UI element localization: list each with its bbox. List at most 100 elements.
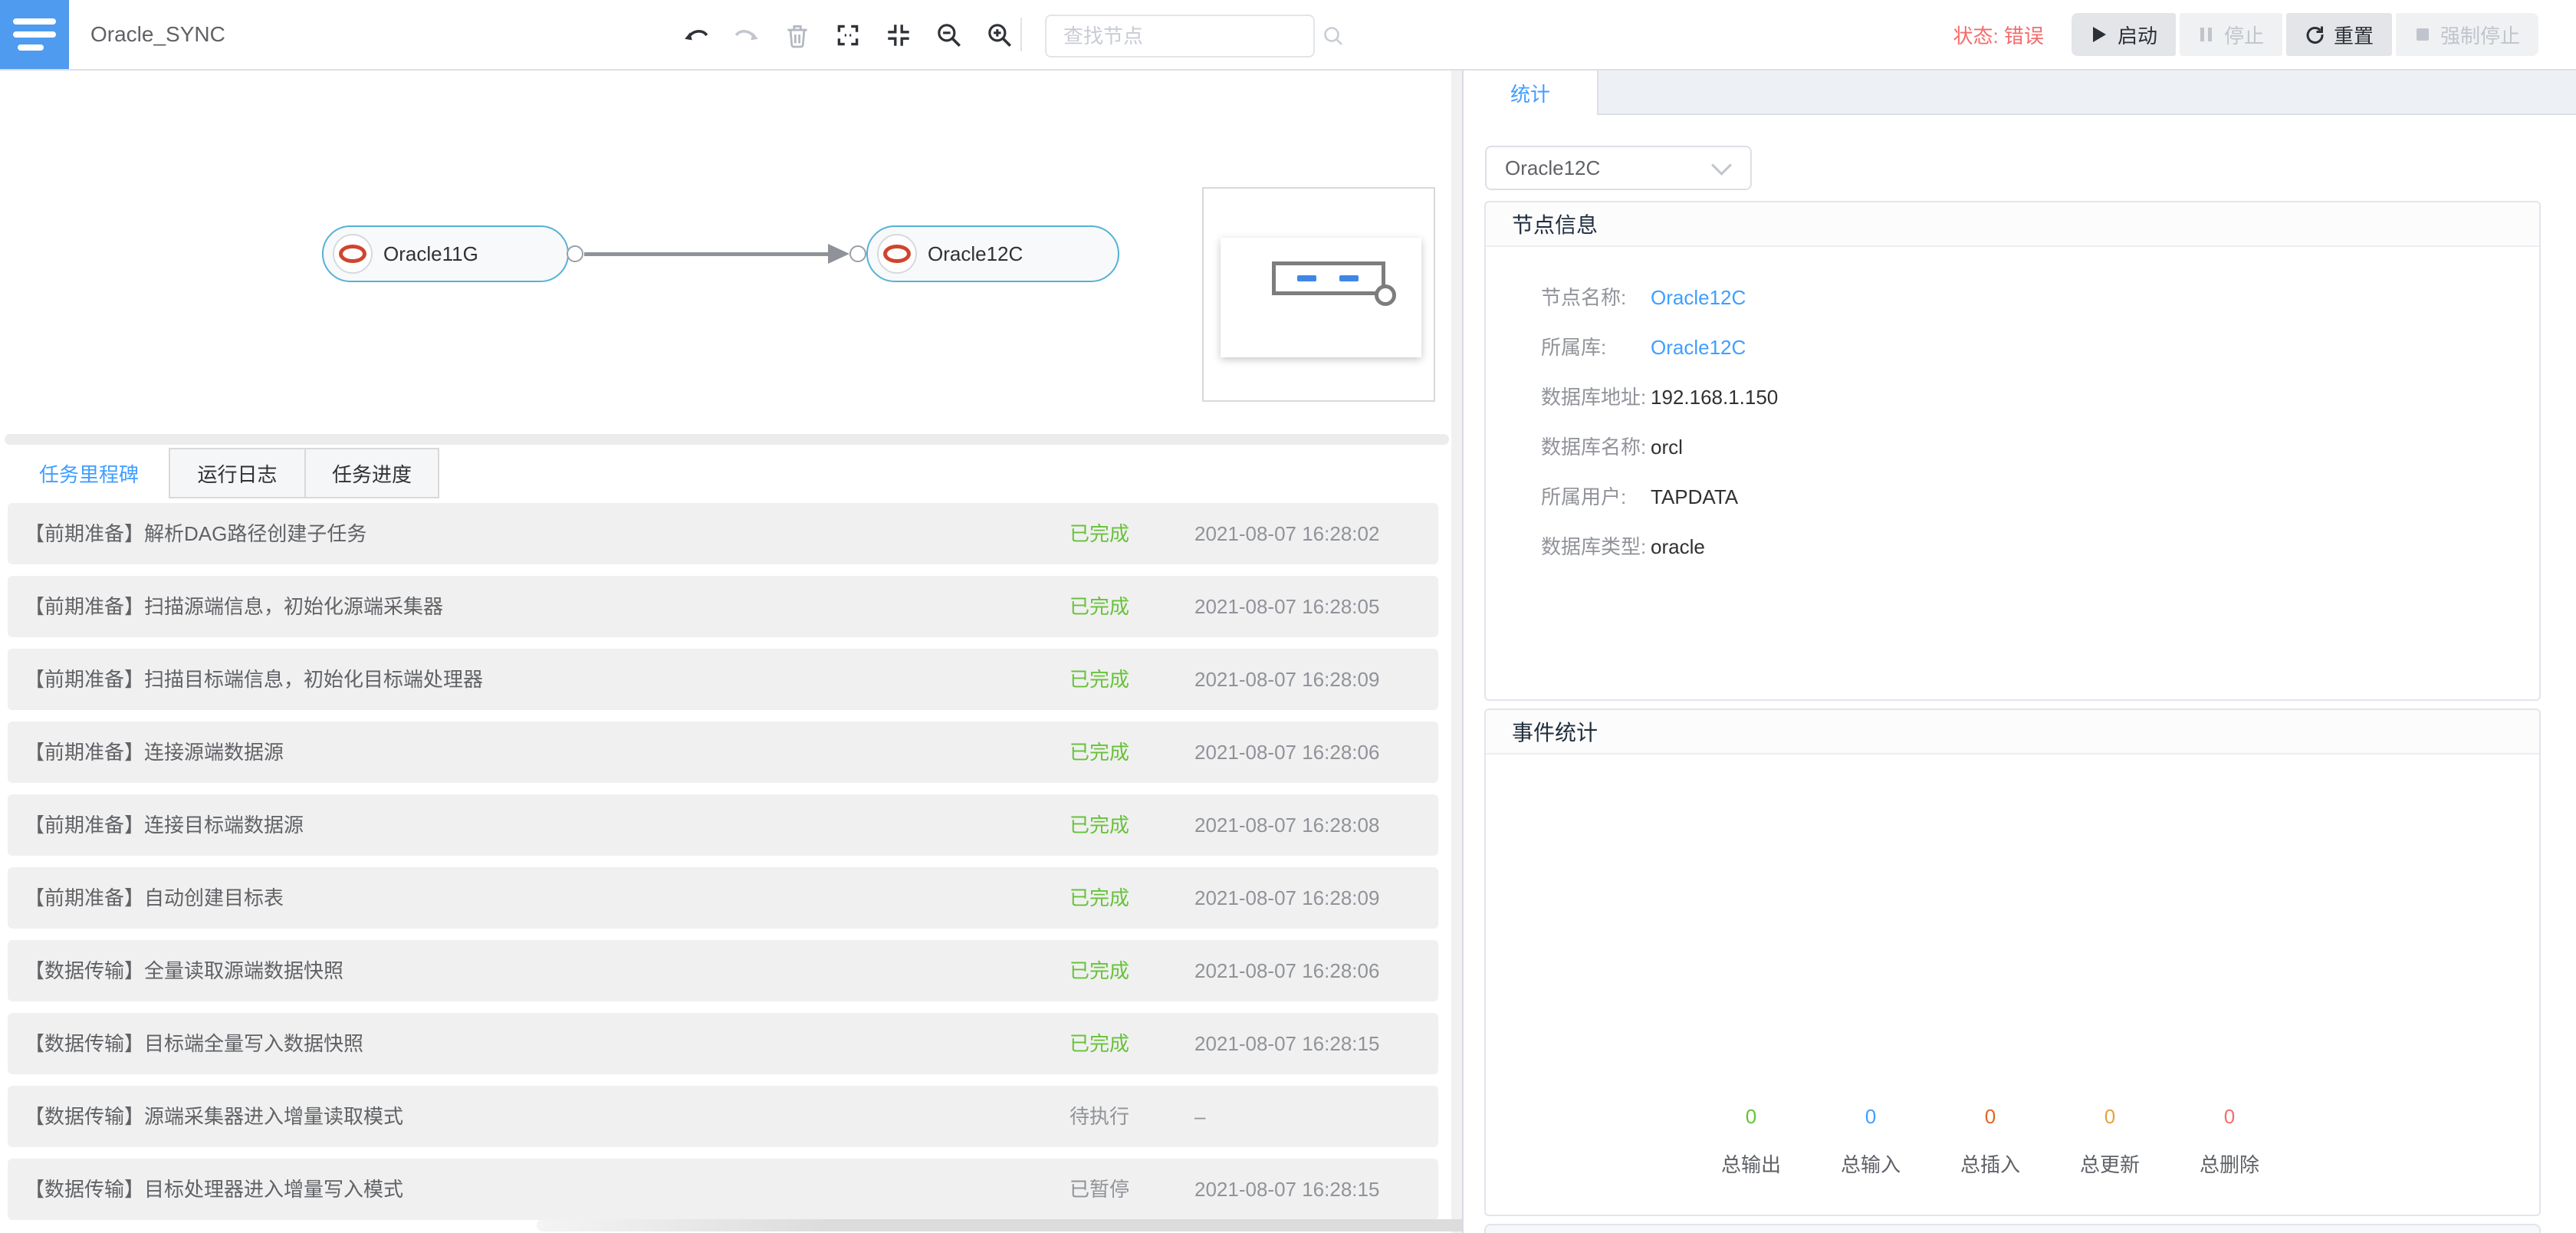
collapse-icon bbox=[884, 21, 913, 50]
milestone-text: 【数据传输】目标处理器进入增量写入模式 bbox=[25, 1159, 403, 1220]
undo-button[interactable] bbox=[682, 21, 711, 50]
fullscreen-icon bbox=[833, 21, 863, 50]
node-info-field: 数据库地址: 192.168.1.150 bbox=[1486, 373, 2539, 423]
target-port[interactable] bbox=[849, 245, 866, 262]
task-button-group: 启动 停止 重置 bbox=[2072, 13, 2538, 56]
milestone-timestamp: 2021-08-07 16:28:06 bbox=[1194, 940, 1379, 1001]
milestone-status-badge: 已完成 bbox=[1070, 576, 1129, 637]
hamburger-menu-button[interactable] bbox=[0, 0, 69, 69]
canvas-vertical-scrollbar[interactable] bbox=[1451, 71, 1462, 1233]
node-select-value: Oracle12C bbox=[1487, 156, 1714, 180]
task-title: Oracle_SYNC bbox=[90, 0, 225, 69]
redo-button[interactable] bbox=[732, 21, 761, 50]
event-stats-card: 事件统计 0 总输出 0 总输入 0 总插入 0 总更新 0 bbox=[1484, 709, 2541, 1216]
node-info-fields: 节点名称: Oracle12C 所属库: Oracle12C 数据库地址: 19… bbox=[1486, 273, 2539, 572]
tab-task-milestones[interactable]: 任务里程碑 bbox=[8, 448, 170, 498]
milestone-row: 【前期准备】连接源端数据源 已完成 2021-08-07 16:28:06 bbox=[8, 722, 1438, 783]
field-label: 节点名称: bbox=[1541, 273, 1626, 323]
flow-edge bbox=[584, 252, 828, 256]
node-select-dropdown[interactable]: Oracle12C bbox=[1485, 146, 1752, 190]
event-stats-legend: 0 总输出 0 总输入 0 总插入 0 总更新 0 总删除 bbox=[1691, 1105, 2289, 1178]
node-info-field: 节点名称: Oracle12C bbox=[1486, 273, 2539, 323]
statistics-panel: 统计 Oracle12C 节点信息 节点名称: Oracle12C 所属库: O… bbox=[1462, 71, 2576, 1233]
minimap-handle[interactable] bbox=[1375, 284, 1396, 306]
event-stat-value: 0 bbox=[1811, 1105, 1930, 1128]
minimap-node-marker bbox=[1339, 275, 1359, 281]
event-stat-label: 总输出 bbox=[1691, 1149, 1811, 1178]
node-search-input[interactable] bbox=[1046, 24, 1322, 49]
bottom-tab-bar: 任务里程碑 运行日志 任务进度 bbox=[8, 448, 439, 498]
tab-task-progress[interactable]: 任务进度 bbox=[304, 448, 439, 498]
delete-node-button[interactable] bbox=[783, 21, 812, 50]
task-status: 状态: 错误 bbox=[1953, 21, 2043, 49]
milestone-timestamp: 2021-08-07 16:28:09 bbox=[1194, 867, 1379, 929]
collapse-view-button[interactable] bbox=[884, 21, 913, 50]
reset-button[interactable]: 重置 bbox=[2286, 13, 2392, 56]
milestone-row: 【前期准备】自动创建目标表 已完成 2021-08-07 16:28:09 bbox=[8, 867, 1438, 929]
milestone-status-badge: 已完成 bbox=[1070, 649, 1129, 710]
milestone-timestamp: – bbox=[1194, 1086, 1205, 1147]
stop-square-icon bbox=[2414, 25, 2431, 44]
milestone-timestamp: 2021-08-07 16:28:05 bbox=[1194, 576, 1379, 637]
task-controls: 状态: 错误 启动 停止 bbox=[1953, 13, 2538, 56]
toolbar-divider bbox=[1020, 18, 1022, 51]
flow-node-oracle12c[interactable]: Oracle12C bbox=[866, 225, 1119, 282]
milestone-timestamp: 2021-08-07 16:28:08 bbox=[1194, 794, 1379, 856]
zoom-out-button[interactable] bbox=[935, 21, 964, 50]
redo-icon bbox=[732, 21, 761, 50]
field-label: 数据库类型: bbox=[1541, 522, 1646, 572]
zoom-out-icon bbox=[935, 21, 964, 50]
field-value[interactable]: Oracle12C bbox=[1651, 273, 1746, 323]
milestone-row: 【前期准备】连接目标端数据源 已完成 2021-08-07 16:28:08 bbox=[8, 794, 1438, 856]
force-stop-button[interactable]: 强制停止 bbox=[2396, 13, 2538, 56]
top-toolbar: Oracle_SYNC bbox=[0, 0, 2576, 71]
milestone-text: 【前期准备】扫描目标端信息，初始化目标端处理器 bbox=[25, 649, 483, 710]
event-stat-item: 0 总插入 bbox=[1930, 1105, 2050, 1178]
event-stat-item: 0 总更新 bbox=[2050, 1105, 2170, 1178]
field-label: 数据库地址: bbox=[1541, 373, 1646, 423]
source-port[interactable] bbox=[567, 245, 583, 262]
field-value: 192.168.1.150 bbox=[1651, 373, 1778, 423]
node-info-field: 数据库类型: oracle bbox=[1486, 522, 2539, 572]
tab-run-log[interactable]: 运行日志 bbox=[169, 448, 306, 498]
pause-icon bbox=[2198, 25, 2215, 44]
undo-icon bbox=[682, 21, 711, 50]
milestone-row: 【数据传输】目标端全量写入数据快照 已完成 2021-08-07 16:28:1… bbox=[8, 1013, 1438, 1074]
milestone-status-badge: 已完成 bbox=[1070, 503, 1129, 564]
milestone-horizontal-scrollbar[interactable] bbox=[537, 1219, 1515, 1231]
event-stat-label: 总插入 bbox=[1930, 1149, 2050, 1178]
node-info-field: 数据库名称: orcl bbox=[1486, 423, 2539, 472]
milestone-row: 【数据传输】源端采集器进入增量读取模式 待执行 – bbox=[8, 1086, 1438, 1147]
minimap[interactable] bbox=[1202, 187, 1435, 402]
flow-node-oracle11g[interactable]: Oracle11G bbox=[322, 225, 569, 282]
fit-view-button[interactable] bbox=[833, 21, 863, 50]
node-info-field: 所属用户: TAPDATA bbox=[1486, 472, 2539, 522]
field-value: oracle bbox=[1651, 522, 1705, 572]
node-search bbox=[1045, 15, 1315, 58]
milestone-text: 【前期准备】自动创建目标表 bbox=[25, 867, 284, 929]
next-card-top-edge bbox=[1484, 1224, 2541, 1233]
milestone-text: 【数据传输】源端采集器进入增量读取模式 bbox=[25, 1086, 403, 1147]
zoom-in-button[interactable] bbox=[985, 21, 1014, 50]
event-stat-item: 0 总输出 bbox=[1691, 1105, 1811, 1178]
zoom-in-icon bbox=[985, 21, 1014, 50]
event-stat-item: 0 总输入 bbox=[1811, 1105, 1930, 1178]
milestone-status-badge: 已完成 bbox=[1070, 867, 1129, 929]
trash-icon bbox=[783, 21, 812, 50]
event-stats-title: 事件统计 bbox=[1486, 710, 2539, 755]
panel-tab-bar: 统计 bbox=[1464, 71, 2576, 115]
panel-resize-handle[interactable] bbox=[5, 434, 1449, 445]
milestone-row: 【数据传输】全量读取源端数据快照 已完成 2021-08-07 16:28:06 bbox=[8, 940, 1438, 1001]
tab-statistics[interactable]: 统计 bbox=[1464, 71, 1598, 115]
start-button[interactable]: 启动 bbox=[2072, 13, 2176, 56]
oracle-icon bbox=[333, 234, 373, 274]
field-label: 所属用户: bbox=[1541, 472, 1626, 522]
field-value[interactable]: Oracle12C bbox=[1651, 323, 1746, 373]
event-stat-label: 总输入 bbox=[1811, 1149, 1930, 1178]
milestone-timestamp: 2021-08-07 16:28:02 bbox=[1194, 503, 1379, 564]
flow-edge-arrowhead bbox=[828, 244, 849, 264]
stop-button[interactable]: 停止 bbox=[2180, 13, 2282, 56]
refresh-icon bbox=[2305, 25, 2325, 44]
hamburger-icon bbox=[13, 18, 56, 25]
play-icon bbox=[2090, 25, 2108, 44]
